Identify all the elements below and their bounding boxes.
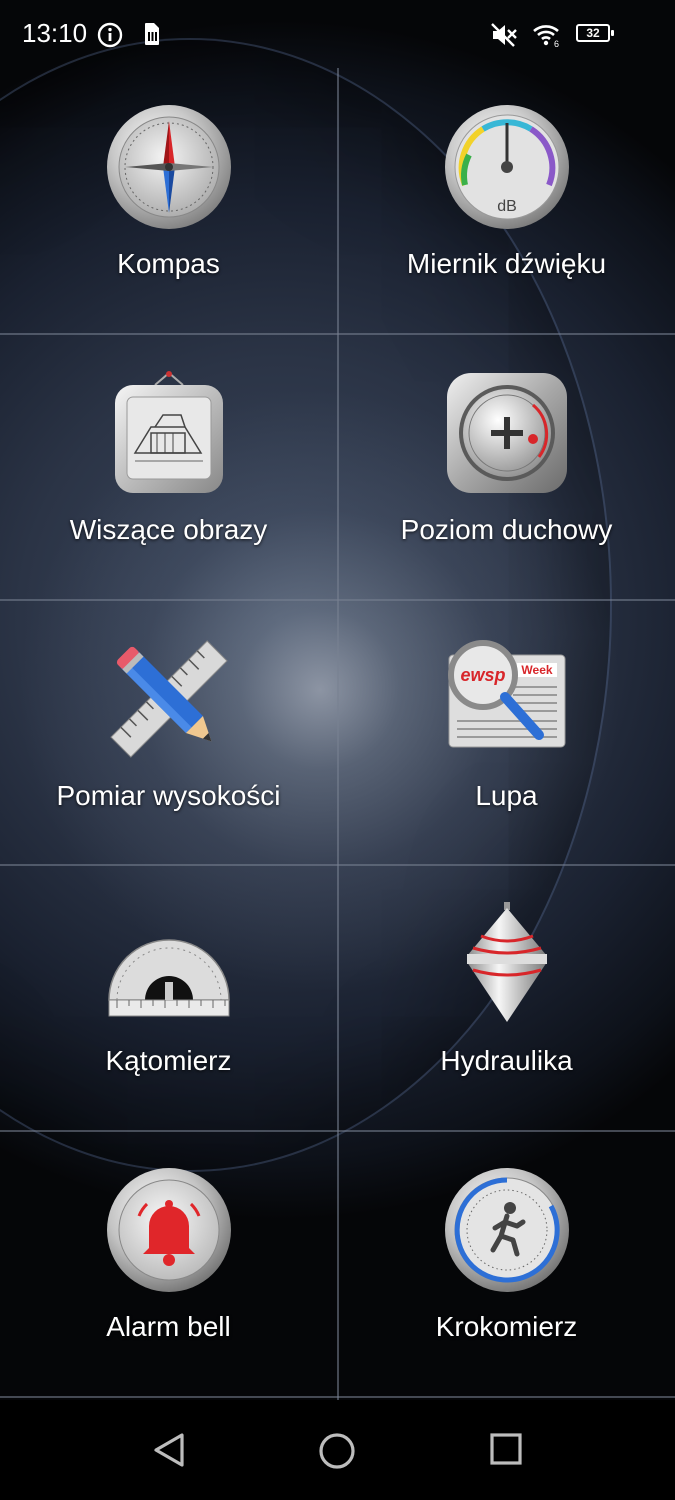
week-text: Week (521, 663, 552, 677)
tile-label: Krokomierz (435, 1311, 578, 1342)
tile-height-measure[interactable]: Pomiar wysokości (0, 600, 337, 865)
mute-icon (490, 22, 518, 53)
ewsp-text: ewsp (460, 665, 505, 685)
battery-icon: 32 (576, 24, 614, 42)
svg-text:6: 6 (554, 39, 559, 48)
hanging-picture-icon (105, 369, 233, 497)
sound-meter-icon: dB (443, 103, 571, 231)
tile-sound-meter[interactable]: dB Miernik dźwięku (338, 68, 675, 333)
tile-spirit-level[interactable]: Poziom duchowy (338, 334, 675, 599)
recents-icon[interactable] (489, 1432, 523, 1471)
tile-label: Pomiar wysokości (56, 780, 281, 811)
navigation-bar (0, 1400, 675, 1500)
tile-label: Kątomierz (105, 1045, 232, 1076)
battery-level: 32 (586, 26, 600, 40)
tile-label: Kompas (117, 248, 220, 279)
db-text: dB (497, 198, 517, 215)
plumb-bob-icon (443, 900, 571, 1028)
tile-label: Miernik dźwięku (406, 248, 607, 279)
status-time: 13:10 (22, 18, 88, 48)
protractor-icon (105, 900, 233, 1028)
info-icon (97, 22, 123, 53)
pedometer-icon (443, 1166, 571, 1294)
tile-label: Alarm bell (106, 1311, 231, 1342)
alarm-bell-icon (105, 1166, 233, 1294)
magnifier-icon: Week ewsp (443, 635, 571, 763)
tile-pedometer[interactable]: Krokomierz (338, 1131, 675, 1396)
divider (0, 1396, 675, 1398)
tile-label: Wiszące obrazy (69, 514, 268, 545)
tile-alarm-bell[interactable]: Alarm bell (0, 1131, 337, 1396)
back-icon[interactable] (152, 1432, 186, 1473)
tile-magnifier[interactable]: Week ewsp Lupa (338, 600, 675, 865)
tile-protractor[interactable]: Kątomierz (0, 865, 337, 1130)
tile-label: Poziom duchowy (400, 514, 613, 545)
tile-label: Hydraulika (440, 1045, 573, 1076)
tools-grid: Kompas dB Miernik dźwięku Wiszące obrazy… (0, 68, 675, 1410)
wifi-icon: 6 (532, 22, 562, 53)
compass-icon (105, 103, 233, 231)
sim-icon (142, 22, 160, 51)
tile-plumb[interactable]: Hydraulika (338, 865, 675, 1130)
ruler-pencil-icon (105, 635, 233, 763)
tile-label: Lupa (475, 780, 538, 811)
status-bar: 13:10 6 32 (0, 0, 675, 68)
home-icon[interactable] (318, 1432, 356, 1475)
spirit-level-icon (443, 369, 571, 497)
tile-compass[interactable]: Kompas (0, 68, 337, 333)
tile-hanging-pictures[interactable]: Wiszące obrazy (0, 334, 337, 599)
